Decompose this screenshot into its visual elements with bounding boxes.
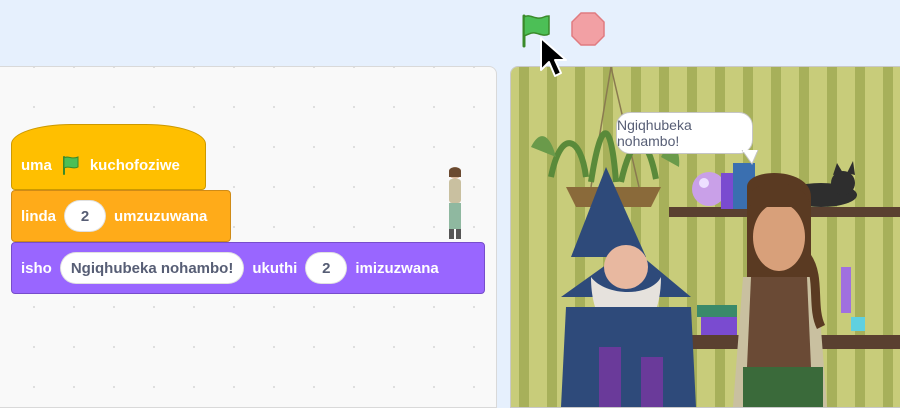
hat-block-prefix: uma bbox=[21, 156, 52, 174]
sprite-thumbnail[interactable] bbox=[444, 165, 466, 241]
wait-block[interactable]: linda 2 umzuzuwana bbox=[11, 190, 231, 242]
stop-icon[interactable] bbox=[569, 10, 607, 48]
say-block-middle: ukuthi bbox=[252, 259, 298, 277]
say-block-suffix: imizuzwana bbox=[355, 259, 439, 277]
green-flag-icon[interactable] bbox=[516, 10, 556, 48]
say-block-prefix: isho bbox=[21, 259, 52, 277]
say-seconds-input[interactable]: 2 bbox=[305, 252, 348, 284]
say-for-secs-block[interactable]: isho Ngiqhubeka nohambo! ukuthi 2 imizuz… bbox=[11, 242, 485, 294]
wait-seconds-input[interactable]: 2 bbox=[64, 200, 107, 232]
green-flag-icon bbox=[62, 156, 79, 175]
speech-bubble: Ngiqhubeka nohambo! bbox=[616, 112, 753, 154]
say-message-input[interactable]: Ngiqhubeka nohambo! bbox=[59, 252, 245, 284]
stage-header bbox=[0, 0, 900, 62]
wait-block-prefix: linda bbox=[21, 207, 57, 225]
wait-block-suffix: umzuzuwana bbox=[114, 207, 208, 225]
hat-block-suffix: kuchofoziwe bbox=[89, 156, 180, 174]
when-flag-clicked-block[interactable]: uma kuchofoziwe bbox=[11, 124, 206, 190]
speech-bubble-text: Ngiqhubeka nohambo! bbox=[617, 117, 692, 149]
speech-bubble-tail bbox=[741, 150, 759, 166]
